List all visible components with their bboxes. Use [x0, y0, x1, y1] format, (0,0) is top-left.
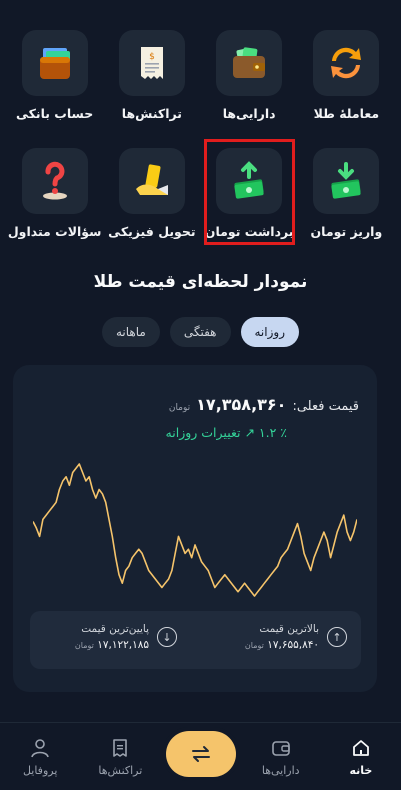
arrow-down-icon: ↓	[157, 627, 177, 647]
question-mark-icon	[21, 148, 88, 214]
wallet-icon	[216, 30, 283, 96]
highest-price-value: ۱۷,۶۵۵,۸۴۰ تومان	[244, 639, 319, 651]
highest-price-stat: ↑ بالاترین قیمت ۱۷,۶۵۵,۸۴۰ تومان	[245, 623, 347, 651]
toman-deposit-tile[interactable]: واریز تومان	[298, 140, 395, 244]
bottom-nav: خانه دارایی‌ها تراکنش‌ها پروفایل	[0, 722, 401, 790]
receipt-outline-icon	[113, 738, 128, 757]
tile-label: واریز تومان	[310, 224, 383, 239]
exchange-arrows-icon	[313, 30, 380, 96]
tile-label: سؤالات متداول	[7, 224, 102, 239]
gold-bar-hand-icon	[118, 148, 185, 214]
physical-delivery-tile[interactable]: تحویل فیزیکی	[103, 140, 200, 244]
price-chart-card: قیمت فعلی: ۱۷,۳۵۸,۳۶۰ تومان ٪ ۱.۲ ↗ تغیی…	[13, 365, 377, 692]
tile-label: دارایی‌ها	[222, 106, 276, 121]
money-deposit-icon	[313, 148, 380, 214]
toman-withdraw-tile[interactable]: برداشت تومان	[203, 139, 295, 245]
receipt-icon: $	[118, 30, 185, 96]
wallet-outline-icon	[271, 740, 290, 756]
tile-label: تراکنش‌ها	[121, 106, 182, 121]
daily-change: ٪ ۱.۲ ↗ تغییرات روزانه	[165, 425, 287, 440]
period-selector: روزانه هفتگی ماهانه	[0, 317, 401, 347]
bank-card-wallet-icon	[21, 30, 88, 96]
nav-profile[interactable]: پروفایل	[5, 737, 75, 777]
nav-home[interactable]: خانه	[326, 737, 396, 777]
current-price-unit: تومان	[168, 403, 191, 413]
price-line	[33, 463, 357, 597]
lowest-price-value: ۱۷,۱۲۲,۱۸۵ تومان	[74, 639, 149, 651]
svg-text:$: $	[149, 52, 155, 62]
current-price-value: ۱۷,۳۵۸,۳۶۰	[196, 395, 287, 414]
period-daily-button[interactable]: روزانه	[240, 317, 299, 347]
price-stats-box: ↑ بالاترین قیمت ۱۷,۶۵۵,۸۴۰ تومان ↓ پایین…	[30, 611, 361, 669]
tile-label: برداشت تومان	[204, 224, 294, 239]
tile-label: تحویل فیزیکی	[108, 224, 196, 239]
arrow-up-icon: ↑	[327, 627, 347, 647]
trade-swap-button[interactable]	[165, 730, 236, 777]
current-price-label: قیمت فعلی:	[292, 399, 359, 414]
current-price-row: قیمت فعلی: ۱۷,۳۵۸,۳۶۰ تومان	[169, 395, 359, 414]
nav-assets-label: دارایی‌ها	[261, 763, 300, 777]
period-monthly-button[interactable]: ماهانه	[102, 317, 160, 347]
bank-account-tile[interactable]: حساب بانکی	[6, 22, 103, 126]
home-icon	[353, 739, 369, 756]
nav-transactions-label: تراکنش‌ها	[98, 763, 143, 777]
tile-label: معاملهٔ طلا	[313, 106, 380, 121]
gold-trade-tile[interactable]: معاملهٔ طلا	[298, 22, 395, 126]
swap-arrows-icon	[191, 745, 210, 762]
chart-section-title: نمودار لحظه‌ای قیمت طلا	[93, 272, 308, 292]
assets-tile[interactable]: دارایی‌ها	[201, 22, 298, 126]
nav-assets[interactable]: دارایی‌ها	[246, 737, 316, 777]
faq-tile[interactable]: سؤالات متداول	[6, 140, 103, 244]
nav-home-label: خانه	[349, 763, 373, 777]
money-withdraw-icon	[216, 148, 283, 214]
lowest-price-label: پایین‌ترین قیمت	[81, 623, 149, 635]
tile-label: حساب بانکی	[15, 106, 94, 121]
nav-profile-label: پروفایل	[22, 763, 58, 777]
lowest-price-stat: ↓ پایین‌ترین قیمت ۱۷,۱۲۲,۱۸۵ تومان	[75, 623, 177, 651]
period-weekly-button[interactable]: هفتگی	[169, 317, 231, 347]
transactions-tile[interactable]: $ تراکنش‌ها	[103, 22, 200, 126]
nav-transactions[interactable]: تراکنش‌ها	[85, 737, 155, 777]
user-icon	[31, 738, 49, 757]
quick-actions-grid: معاملهٔ طلا دارایی‌ها $ تراکنش‌ها	[6, 22, 395, 245]
price-line-chart	[33, 463, 357, 597]
highest-price-label: بالاترین قیمت	[259, 623, 319, 635]
